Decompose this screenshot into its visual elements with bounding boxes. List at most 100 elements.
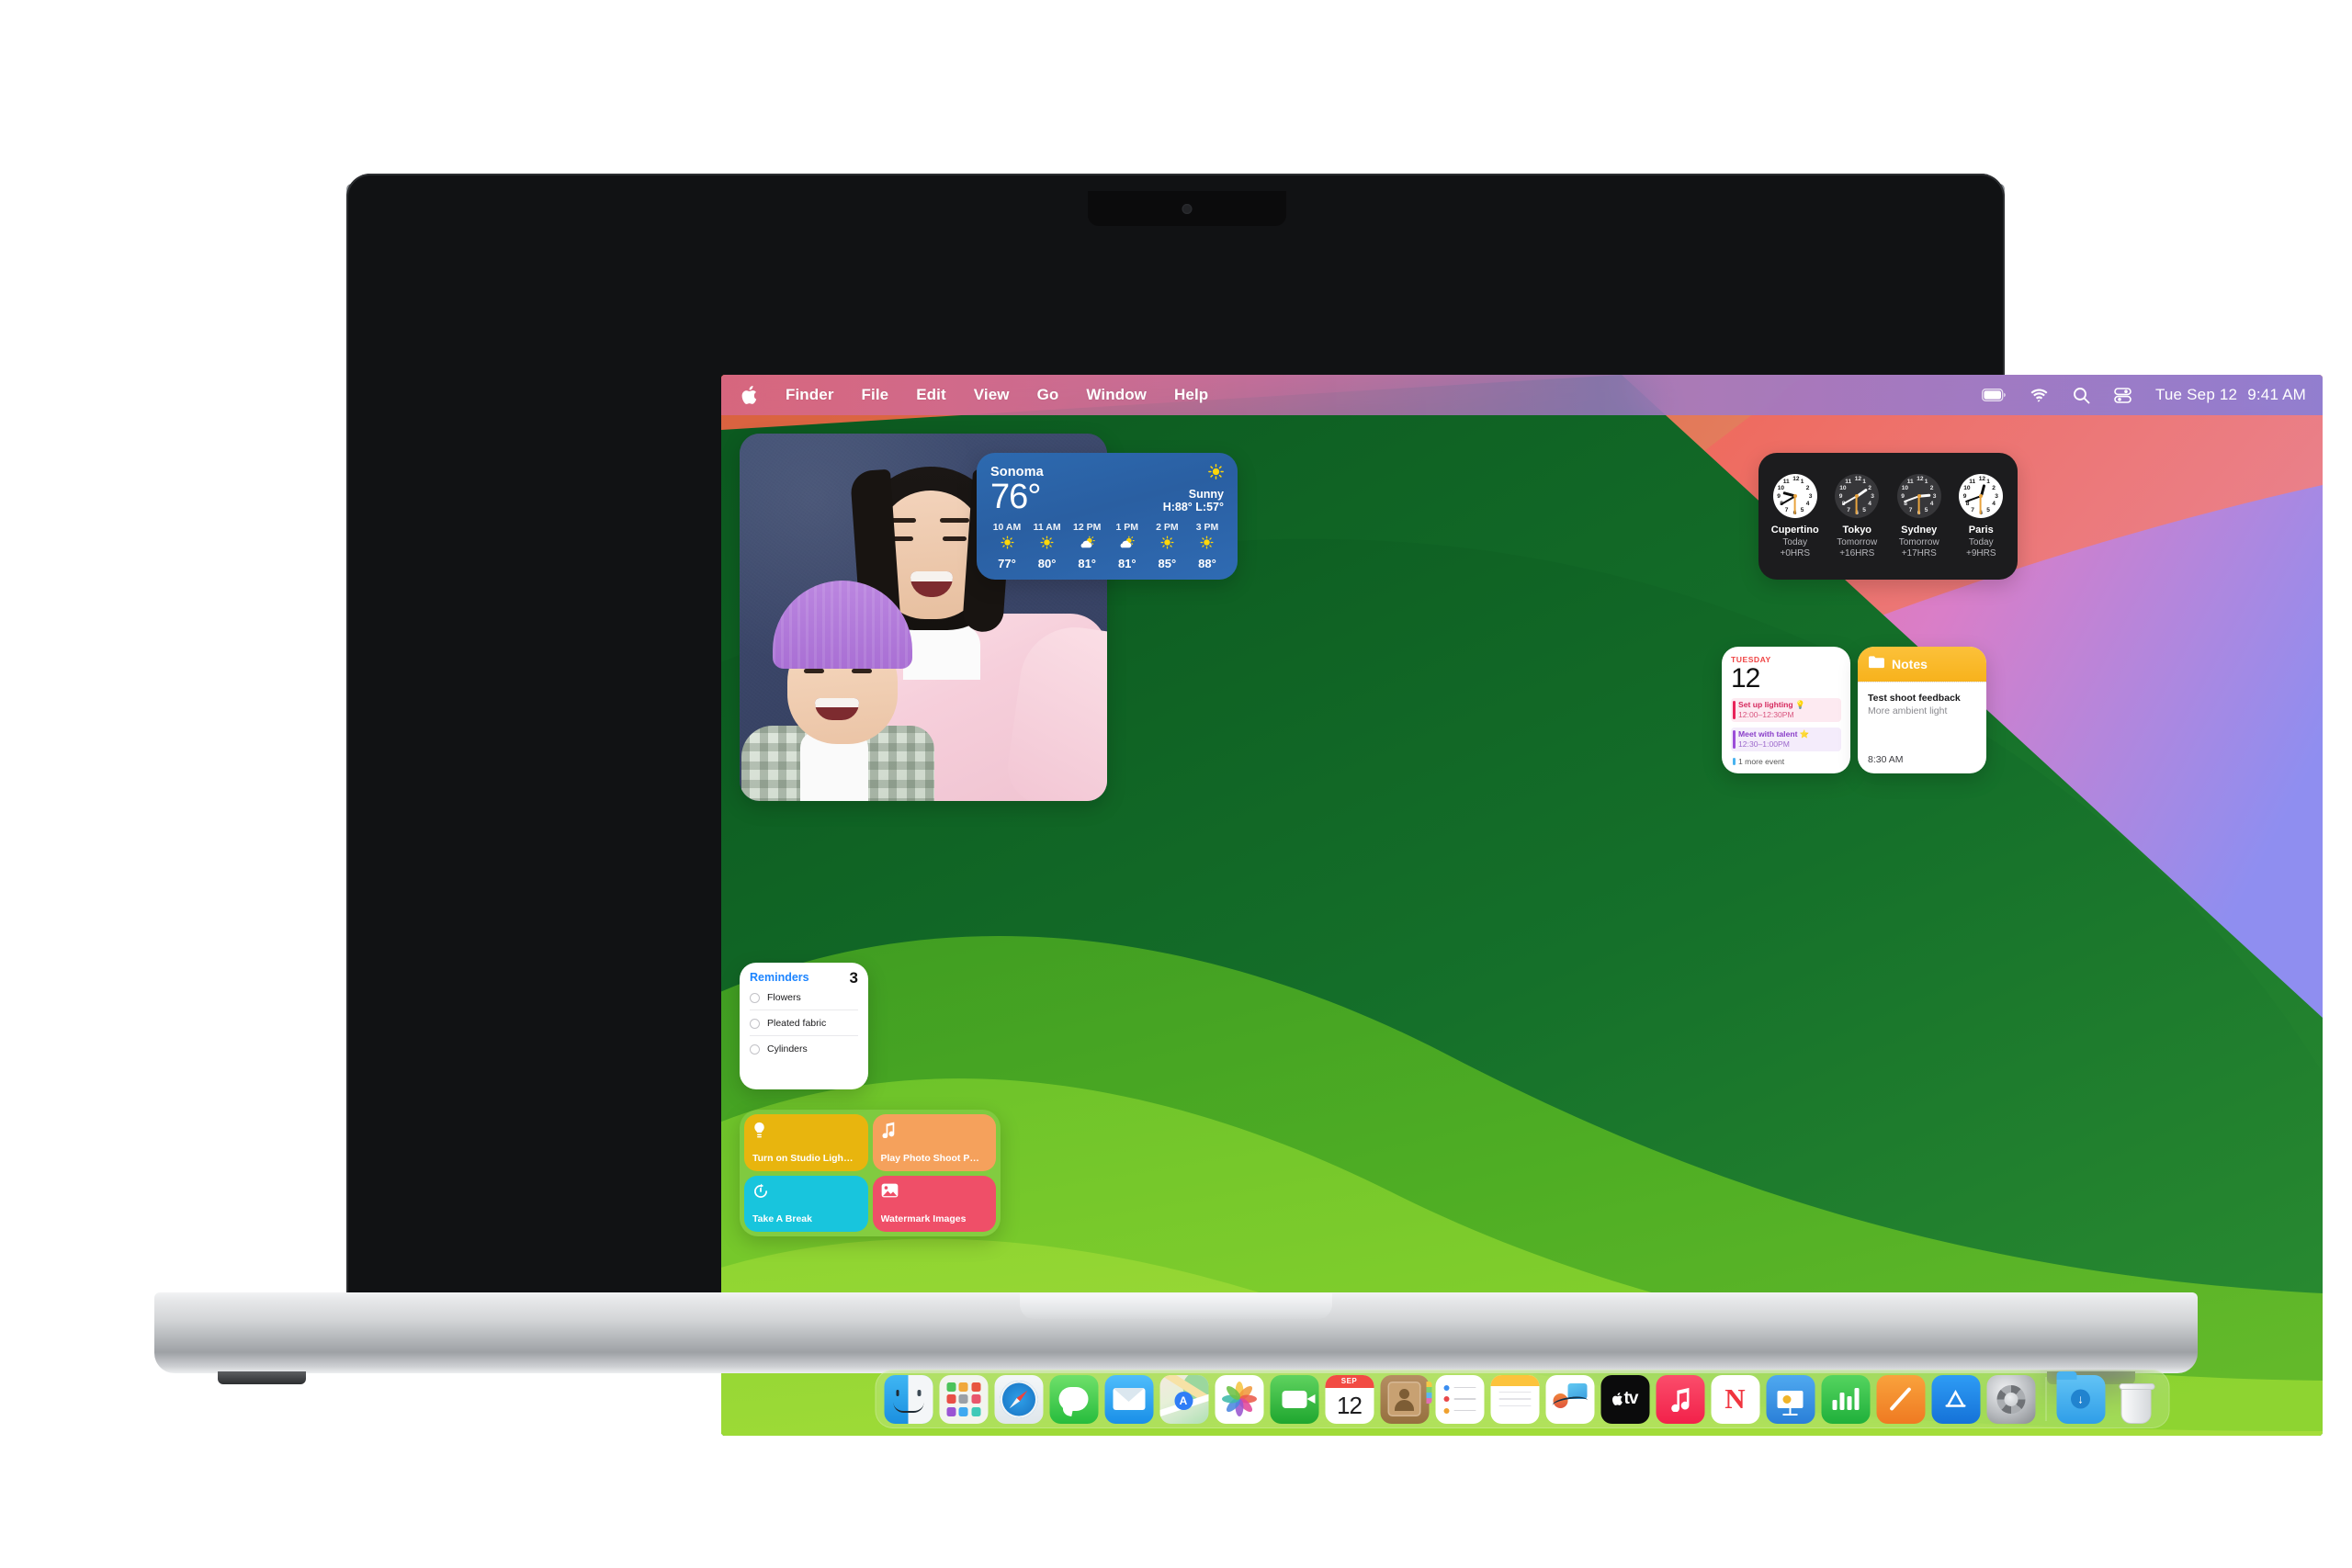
shortcut-label: Watermark Images <box>880 1214 967 1225</box>
menu-bar-clock[interactable]: Tue Sep 12 9:41 AM <box>2155 386 2306 404</box>
photo-woman-teeth <box>910 571 953 581</box>
dock-item-downloads[interactable]: ↓ <box>2056 1371 2105 1424</box>
reminder-label: Flowers <box>767 992 801 1004</box>
search-icon[interactable] <box>2073 387 2090 404</box>
dock-item-numbers[interactable] <box>1821 1374 1870 1424</box>
menu-item-edit[interactable]: Edit <box>902 383 960 407</box>
reminder-label: Cylinders <box>767 1043 808 1055</box>
weather-summary: Sunny H:88° L:57° <box>1163 464 1224 513</box>
menu-item-view[interactable]: View <box>960 383 1023 407</box>
weather-hour-cell: 12 PM 81° <box>1069 522 1105 570</box>
dock-item-mail[interactable] <box>1104 1374 1153 1424</box>
menu-bar-time: 9:41 AM <box>2247 386 2306 403</box>
reminders-title: Reminders <box>750 971 809 984</box>
shortcut-tile-watermark-images[interactable]: Watermark Images <box>872 1175 996 1232</box>
reminders-widget[interactable]: Reminders 3 Flowers Pleated fabric Cylin… <box>740 963 868 1089</box>
menu-bar: Finder File Edit View Go Window Help Tue… <box>721 375 2323 415</box>
clock-face: 12 1 2 3 4 5 6 7 8 9 10 11 <box>1835 474 1880 518</box>
photo-woman-eye-right <box>943 536 967 541</box>
menu-item-finder[interactable]: Finder <box>772 383 848 407</box>
dock-item-freeform[interactable] <box>1545 1374 1594 1424</box>
dock-item-safari[interactable] <box>994 1374 1043 1424</box>
wifi-icon[interactable] <box>2030 389 2049 402</box>
calendar-event[interactable]: Set up lighting 💡 12:00–12:30PM <box>1731 698 1841 723</box>
calendar-icon-month: SEP <box>1325 1374 1374 1388</box>
photo-icon <box>881 1183 899 1201</box>
weather-hour-label: 1 PM <box>1115 522 1139 533</box>
menu-item-help[interactable]: Help <box>1160 383 1222 407</box>
clock-day: Tomorrow <box>1837 537 1878 547</box>
dock-item-maps[interactable]: A <box>1159 1374 1208 1424</box>
sun-icon <box>1000 536 1014 554</box>
dock-item-messages[interactable] <box>1049 1374 1098 1424</box>
reminder-item[interactable]: Pleated fabric <box>750 1010 858 1037</box>
weather-widget[interactable]: Sonoma 76° Sunny H:88° L:57° 10 AM 77° 1… <box>977 453 1238 580</box>
facetime-camera-icon <box>1182 204 1193 214</box>
menu-item-file[interactable]: File <box>848 383 903 407</box>
calendar-event[interactable]: Meet with talent ⭐ 12:30–1:00PM <box>1731 728 1841 752</box>
dock-item-photos[interactable] <box>1215 1374 1263 1424</box>
photo-child-eye-right <box>852 669 872 673</box>
laptop-screen-lid: Finder File Edit View Go Window Help Tue… <box>346 174 2323 1436</box>
reminder-checkbox[interactable] <box>750 992 760 1003</box>
shortcut-tile-take-a-break[interactable]: Take A Break <box>744 1175 868 1232</box>
dock-item-calendar[interactable]: SEP 12 <box>1325 1374 1374 1424</box>
shortcut-tile-studio-light[interactable]: Turn on Studio Ligh… <box>744 1114 868 1171</box>
calendar-widget[interactable]: TUESDAY 12 Set up lighting 💡 12:00–12:30… <box>1722 647 1850 773</box>
clock-center-pin <box>1979 494 1984 498</box>
dock-item-launchpad[interactable] <box>939 1374 988 1424</box>
dock-item-keynote[interactable] <box>1766 1374 1815 1424</box>
dock-item-pages[interactable] <box>1876 1374 1925 1424</box>
world-clock-widget[interactable]: 12 1 2 3 4 5 6 7 8 9 10 11 <box>1758 453 2018 580</box>
notes-widget-title: Notes <box>1892 657 1928 671</box>
dock-item-notes[interactable] <box>1490 1374 1539 1424</box>
clock-center-pin <box>1792 494 1797 498</box>
clock-center-pin <box>1917 494 1921 498</box>
battery-icon[interactable] <box>1981 389 2006 401</box>
apple-logo-icon[interactable] <box>740 386 772 404</box>
control-center-icon[interactable] <box>2114 387 2132 404</box>
weather-hour-cell: 11 AM 80° <box>1029 522 1066 570</box>
photo-woman-shirt <box>903 625 980 680</box>
clock-offset: +9HRS <box>1965 548 1996 558</box>
dock-item-app-store[interactable] <box>1931 1374 1980 1424</box>
world-clock-cell: 12 1 2 3 4 5 6 7 8 9 10 11 <box>1890 474 1949 558</box>
photo-woman-brow-right <box>940 518 969 523</box>
menu-bar-date: Tue Sep 12 <box>2154 386 2238 403</box>
dock-item-finder[interactable] <box>884 1374 933 1424</box>
clock-face: 12 1 2 3 4 5 6 7 8 9 10 11 <box>1772 474 1817 518</box>
notes-widget[interactable]: Notes Test shoot feedback More ambient l… <box>1858 647 1986 773</box>
weather-hour-label: 11 AM <box>1033 522 1061 533</box>
calendar-more-events[interactable]: 1 more event <box>1731 757 1841 766</box>
reminder-label: Pleated fabric <box>767 1018 827 1030</box>
calendar-icon-day: 12 <box>1337 1391 1363 1419</box>
dock-item-music[interactable] <box>1656 1374 1704 1424</box>
dock-item-system-settings[interactable] <box>1986 1374 2035 1424</box>
sun-cloud-icon <box>1119 536 1135 554</box>
shortcuts-widget[interactable]: Turn on Studio Ligh… Play Photo Shoot P… <box>740 1110 1001 1236</box>
dock: A SEP 12 tv N ↓ <box>875 1370 2169 1428</box>
clock-second-hand <box>1917 496 1920 514</box>
shortcut-label: Play Photo Shoot P… <box>880 1153 979 1164</box>
reminder-checkbox[interactable] <box>750 1018 760 1029</box>
weather-hour-cell: 2 PM 85° <box>1148 522 1185 570</box>
reminder-item[interactable]: Cylinders <box>750 1036 858 1061</box>
weather-hourly-forecast: 10 AM 77° 11 AM 80° 12 PM 81° 1 PM 81° 2… <box>989 522 1226 570</box>
dock-item-trash[interactable] <box>2111 1375 2160 1424</box>
shortcut-tile-play-playlist[interactable]: Play Photo Shoot P… <box>872 1114 996 1171</box>
display-notch <box>1088 191 1286 226</box>
clock-offset: +16HRS <box>1839 548 1875 558</box>
dock-item-reminders[interactable] <box>1435 1374 1484 1424</box>
calendar-more-color-bar <box>1733 758 1736 766</box>
notes-widget-body: Test shoot feedback More ambient light <box>1858 682 1986 716</box>
reminder-checkbox[interactable] <box>750 1043 760 1055</box>
menu-item-window[interactable]: Window <box>1072 383 1160 407</box>
reminder-item[interactable]: Flowers <box>750 985 858 1011</box>
dock-item-tv[interactable]: tv <box>1600 1374 1649 1424</box>
dock-item-facetime[interactable] <box>1270 1374 1318 1424</box>
menu-item-go[interactable]: Go <box>1023 383 1073 407</box>
clock-city: Sydney <box>1901 525 1938 536</box>
dock-item-contacts[interactable] <box>1380 1374 1431 1424</box>
sun-icon <box>1160 536 1174 554</box>
dock-item-news[interactable]: N <box>1711 1374 1759 1424</box>
